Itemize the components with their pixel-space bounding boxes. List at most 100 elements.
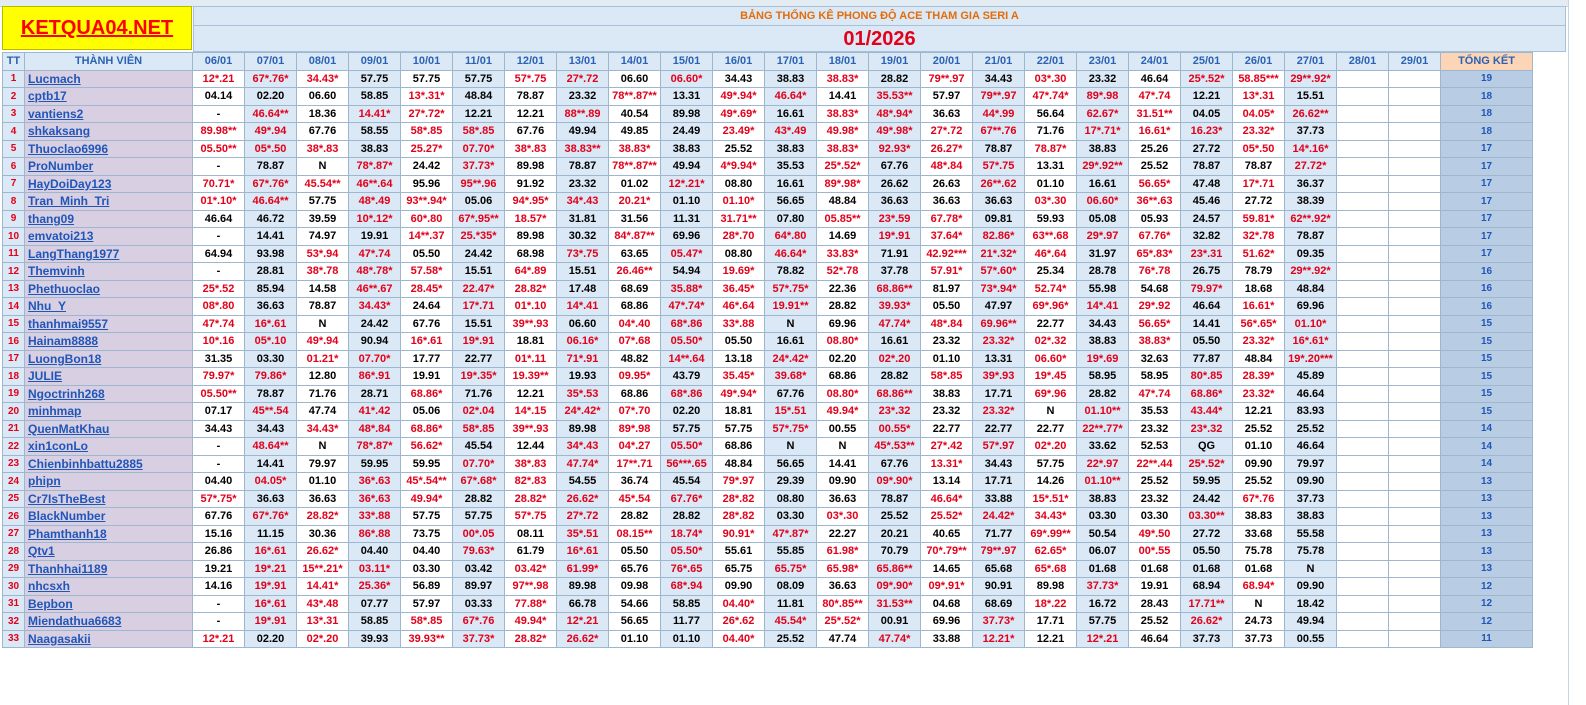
member-name-link[interactable]: BlackNumber bbox=[24, 507, 193, 526]
site-logo[interactable]: KETQUA04.NET bbox=[2, 6, 192, 50]
member-name-link[interactable]: vantiens2 bbox=[24, 104, 193, 123]
table-row: 11 LangThang1977 64.94 93.98 53*.94 47*.74 05.… bbox=[2, 244, 1533, 263]
total-cell: 13 bbox=[1440, 472, 1533, 491]
member-name-link[interactable]: Chienbinhbattu2885 bbox=[24, 454, 193, 473]
result-cell: 38.83 bbox=[660, 139, 713, 158]
member-name-link[interactable]: LuongBon18 bbox=[24, 349, 193, 368]
member-name-link[interactable]: Phethuoclao bbox=[24, 279, 193, 298]
result-cell bbox=[1336, 384, 1389, 403]
member-name-link[interactable]: Bepbon bbox=[24, 594, 193, 613]
result-cell: 49.94 bbox=[1284, 612, 1337, 631]
result-cell: 25.27* bbox=[400, 139, 453, 158]
member-name-link[interactable]: QuenMatKhau bbox=[24, 419, 193, 438]
column-header-date: 10/01 bbox=[400, 52, 453, 71]
result-cell: 57.75 bbox=[452, 507, 505, 526]
result-cell: 79.97 bbox=[296, 454, 349, 473]
result-cell: 78.87* bbox=[1024, 139, 1077, 158]
result-cell: 19.39** bbox=[504, 367, 557, 386]
member-name-link[interactable]: emvatoi213 bbox=[24, 227, 193, 246]
result-cell: 56.65 bbox=[764, 454, 817, 473]
table-row: 26 BlackNumber 67.76 67*.76* 28.82* 33*.88 57.… bbox=[2, 507, 1533, 526]
member-name-link[interactable]: ProNumber bbox=[24, 157, 193, 176]
result-cell: 68.86** bbox=[868, 279, 921, 298]
member-name-link[interactable]: shkaksang bbox=[24, 122, 193, 141]
result-cell: 39*.93 bbox=[972, 367, 1025, 386]
result-cell bbox=[1388, 612, 1441, 631]
result-cell: 79**.97 bbox=[972, 542, 1025, 561]
result-cell: 36.37 bbox=[1284, 174, 1337, 193]
result-cell: 89*.98 bbox=[1076, 87, 1129, 106]
member-name-link[interactable]: nhcsxh bbox=[24, 577, 193, 596]
result-cell: 81.97 bbox=[920, 279, 973, 298]
result-cell: 04.05 bbox=[1180, 104, 1233, 123]
result-cell: 35.88* bbox=[660, 279, 713, 298]
result-cell: 78.87 bbox=[244, 157, 297, 176]
result-cell: 71.77 bbox=[972, 524, 1025, 543]
result-cell: 94*.95* bbox=[504, 192, 557, 211]
member-name-link[interactable]: thanhmai9557 bbox=[24, 314, 193, 333]
member-name-link[interactable]: xin1conLo bbox=[24, 437, 193, 456]
result-cell: 67*.76* bbox=[244, 507, 297, 526]
result-cell: 33*.88 bbox=[348, 507, 401, 526]
member-name-link[interactable]: phipn bbox=[24, 472, 193, 491]
result-cell: 16*.61 bbox=[400, 332, 453, 351]
result-cell: 79.86* bbox=[244, 367, 297, 386]
result-cell bbox=[1336, 507, 1389, 526]
result-cell: 58.95 bbox=[1128, 367, 1181, 386]
member-name-link[interactable]: Thanhhai1189 bbox=[24, 559, 193, 578]
member-name-link[interactable]: Qtv1 bbox=[24, 542, 193, 561]
member-name-link[interactable]: cptb17 bbox=[24, 87, 193, 106]
table-row: 1 Lucmach 12*.21 67*.76* 34.43* 57.75 57.75 57.… bbox=[2, 69, 1533, 88]
member-name-link[interactable]: LangThang1977 bbox=[24, 244, 193, 263]
member-name-link[interactable]: Nhu_Y bbox=[24, 297, 193, 316]
result-cell: 67**.76 bbox=[972, 122, 1025, 141]
row-number: 14 bbox=[2, 297, 25, 316]
member-name-link[interactable]: Tran_Minh_Tri bbox=[24, 192, 193, 211]
result-cell: 89.98 bbox=[660, 104, 713, 123]
result-cell: 54.55 bbox=[556, 472, 609, 491]
result-cell: 23.49* bbox=[712, 122, 765, 141]
member-name-link[interactable]: Cr7IsTheBest bbox=[24, 489, 193, 508]
result-cell: 14.58 bbox=[296, 279, 349, 298]
result-cell: 27.72 bbox=[1180, 524, 1233, 543]
result-cell: 47.74* bbox=[868, 314, 921, 333]
result-cell bbox=[1336, 367, 1389, 386]
result-cell: 05.85** bbox=[816, 209, 869, 228]
result-cell bbox=[1388, 209, 1441, 228]
column-header-date: 14/01 bbox=[608, 52, 661, 71]
member-name-link[interactable]: Ngoctrinh268 bbox=[24, 384, 193, 403]
result-cell: 68.86* bbox=[1180, 384, 1233, 403]
result-cell: 11.77 bbox=[660, 612, 713, 631]
member-name-link[interactable]: Naagasakii bbox=[24, 629, 193, 648]
result-cell: 24*.42* bbox=[764, 349, 817, 368]
result-cell: 56.65* bbox=[1128, 174, 1181, 193]
member-name-link[interactable]: Themvinh bbox=[24, 262, 193, 281]
result-cell: 89.97 bbox=[452, 577, 505, 596]
result-cell: N bbox=[296, 314, 349, 333]
table-row: 8 Tran_Minh_Tri 01*.10* 46.64** 57.75 48*.49 9… bbox=[2, 192, 1533, 211]
result-cell: 25.52* bbox=[920, 507, 973, 526]
result-cell: 29**.92* bbox=[1284, 262, 1337, 281]
result-cell: 58*.85 bbox=[452, 419, 505, 438]
table-row: 4 shkaksang 89.98** 49*.94 67.76 58.55 58*.85 5… bbox=[2, 122, 1533, 141]
result-cell: 89.98 bbox=[504, 157, 557, 176]
member-name-link[interactable]: HayDoiDay123 bbox=[24, 174, 193, 193]
result-cell: 68*.86 bbox=[660, 384, 713, 403]
result-cell: 07.70* bbox=[452, 454, 505, 473]
result-cell: 07*.68 bbox=[608, 332, 661, 351]
total-cell: 17 bbox=[1440, 174, 1533, 193]
result-cell: 67*.76 bbox=[1232, 489, 1285, 508]
member-name-link[interactable]: Thuoclao6996 bbox=[24, 139, 193, 158]
member-name-link[interactable]: Phamthanh18 bbox=[24, 524, 193, 543]
result-cell: 08.80 bbox=[712, 244, 765, 263]
member-name-link[interactable]: Miendathua6683 bbox=[24, 612, 193, 631]
member-name-link[interactable]: thang09 bbox=[24, 209, 193, 228]
result-cell: 80*.85** bbox=[816, 594, 869, 613]
result-cell: 23*.31 bbox=[1180, 244, 1233, 263]
result-cell: 67*.68* bbox=[452, 472, 505, 491]
member-name-link[interactable]: Lucmach bbox=[24, 69, 193, 88]
member-name-link[interactable]: Hainam8888 bbox=[24, 332, 193, 351]
member-name-link[interactable]: JULIE bbox=[24, 367, 193, 386]
member-name-link[interactable]: minhmap bbox=[24, 402, 193, 421]
result-cell: 05*.50 bbox=[1232, 139, 1285, 158]
